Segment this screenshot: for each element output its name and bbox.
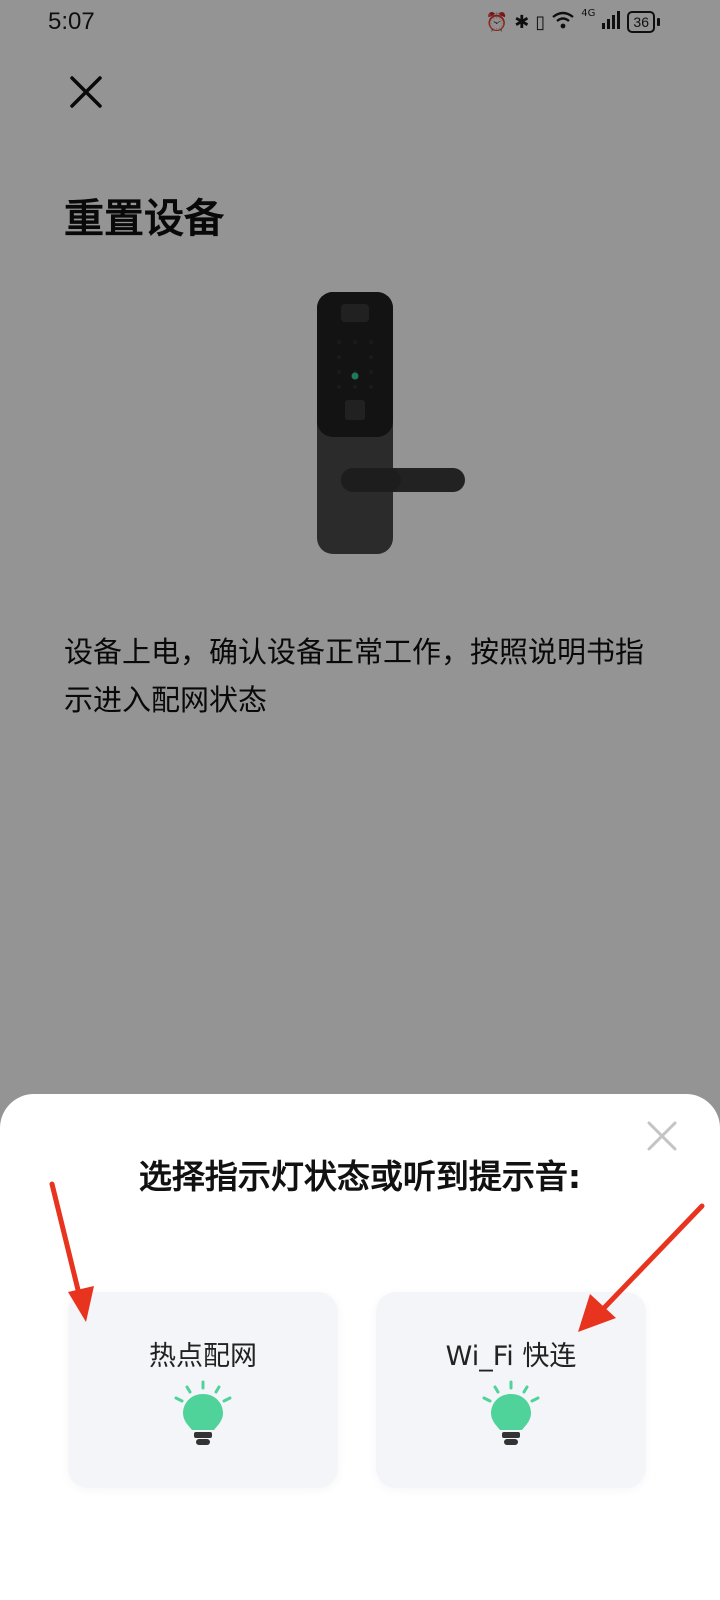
annotation-arrow-right bbox=[578, 1203, 705, 1332]
lightbulb-icon bbox=[163, 1380, 243, 1450]
lightbulb-icon bbox=[471, 1380, 551, 1450]
sheet-close-icon[interactable] bbox=[644, 1118, 680, 1154]
option-label: 热点配网 bbox=[149, 1341, 257, 1372]
bottom-sheet: 选择指示灯状态或听到提示音: 热点配网 Wi_Fi 快连 bbox=[0, 1094, 720, 1600]
annotation-arrow-left bbox=[49, 1181, 94, 1322]
